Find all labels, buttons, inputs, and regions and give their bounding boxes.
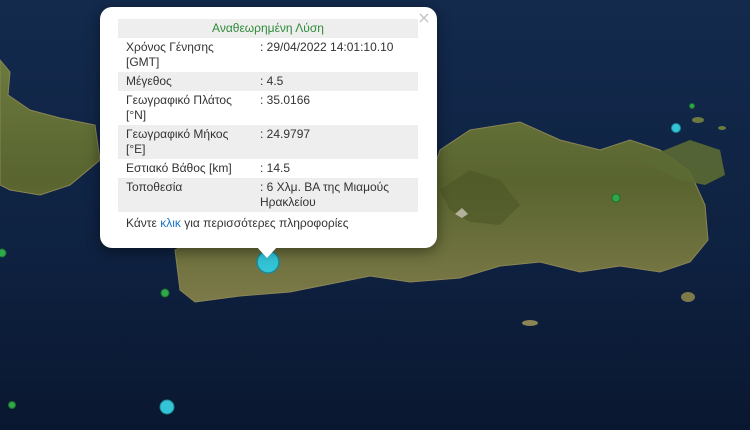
detail-label: Γεωγραφικό Μήκος [°E] — [118, 125, 252, 159]
footer-prefix: Κάντε — [126, 216, 161, 230]
islet — [681, 292, 695, 302]
earthquake-marker[interactable] — [160, 288, 170, 298]
more-info-link[interactable]: κλικ — [160, 216, 181, 230]
detail-row-location: Τοποθεσία : 6 Χλμ. ΒΑ της Μιαμούς Ηρακλε… — [118, 178, 418, 212]
popup-footer: Κάντε κλικ για περισσότερες πληροφορίες — [118, 212, 418, 233]
detail-value: : 29/04/2022 14:01:10.10 — [260, 40, 394, 54]
earthquake-marker[interactable] — [8, 401, 16, 409]
detail-label: Εστιακό Βάθος [km] — [126, 161, 232, 175]
detail-value: : 14.5 — [260, 161, 291, 175]
detail-label: Τοποθεσία — [118, 178, 252, 212]
earthquake-details-table: Αναθεωρημένη Λύση Χρόνος Γένησης [GMT] :… — [118, 19, 418, 233]
earthquake-marker[interactable] — [0, 248, 7, 258]
detail-label: Μέγεθος — [118, 72, 252, 91]
footer-suffix: για περισσότερες πληροφορίες — [180, 216, 349, 230]
detail-value: : 35.0166 — [260, 93, 311, 107]
earthquake-marker[interactable] — [671, 123, 681, 133]
detail-value: : 24.9797 — [252, 125, 418, 159]
islet — [522, 320, 538, 326]
detail-value: : 6 Χλμ. ΒΑ της Μιαμούς Ηρακλείου — [252, 178, 418, 212]
detail-row-latitude: Γεωγραφικό Πλάτος [°N] : 35.0166 — [118, 91, 418, 125]
detail-row-longitude: Γεωγραφικό Μήκος [°E] : 24.9797 — [118, 125, 418, 159]
more-info-text: Κάντε κλικ για περισσότερες πληροφορίες — [118, 212, 418, 233]
detail-row-origin-time: Χρόνος Γένησης [GMT] : 29/04/2022 14:01:… — [118, 38, 418, 72]
earthquake-marker[interactable] — [611, 193, 621, 203]
detail-label: Γεωγραφικό Πλάτος [°N] — [126, 93, 232, 122]
detail-row-magnitude: Μέγεθος : 4.5 — [118, 72, 418, 91]
detail-value: : 4.5 — [252, 72, 418, 91]
detail-label: Χρόνος Γένησης [GMT] — [126, 40, 214, 69]
earthquake-marker[interactable] — [159, 399, 175, 415]
popup-title: Αναθεωρημένη Λύση — [118, 19, 418, 38]
detail-row-depth: Εστιακό Βάθος [km] : 14.5 — [118, 159, 418, 178]
islet — [718, 126, 726, 130]
earthquake-info-popup: × Αναθεωρημένη Λύση Χρόνος Γένησης [GMT]… — [100, 7, 437, 248]
earthquake-marker[interactable] — [689, 103, 695, 109]
popup-pointer — [256, 246, 278, 258]
islet — [692, 117, 704, 123]
